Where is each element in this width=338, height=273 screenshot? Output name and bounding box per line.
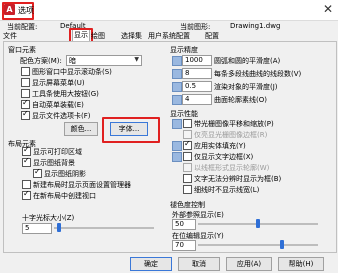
label-large-buttons: 工具条使用大按钮(G) <box>32 90 99 98</box>
checkbox-create-viewport[interactable] <box>22 189 31 200</box>
checkbox-text-boundary[interactable] <box>183 152 192 161</box>
raster-pan-icon <box>172 119 182 129</box>
label-file-tabs: 显示文件选项卡(F) <box>32 112 91 120</box>
window-title: 选项 <box>18 6 34 15</box>
label-printable-area: 显示可打印区域 <box>33 148 82 156</box>
label-scrollbars: 图形窗口中显示滚动条(S) <box>32 68 112 76</box>
label-raster-pan-zoom: 带光栅图像平移和缩放(P) <box>194 120 274 128</box>
render-smoothness-label: 渲染对象的平滑度(J) <box>214 83 278 91</box>
checkbox-paper-shadow[interactable] <box>33 167 42 178</box>
inplace-fade-slider-track[interactable] <box>198 244 318 246</box>
polyline-segments-input[interactable]: 8 <box>182 68 212 79</box>
apply-button[interactable]: 应用(A) <box>226 257 272 271</box>
tab-files[interactable]: 文件 <box>2 31 18 41</box>
label-raster-frame-only: 仅亮显光栅图像边框(R) <box>194 131 268 139</box>
checkbox-printable-area[interactable] <box>22 145 31 156</box>
xref-fade-slider-thumb[interactable] <box>256 219 260 228</box>
help-button[interactable]: 帮助(H) <box>278 257 324 271</box>
checkbox-raster-pan-zoom[interactable] <box>183 119 192 128</box>
tab-selection[interactable]: 选择集 <box>120 31 143 41</box>
render-smoothness-icon <box>172 82 182 92</box>
label-thin-lineweight: 细线时不显示线宽(L) <box>194 186 260 194</box>
checkbox-page-setup-manager[interactable] <box>22 180 31 189</box>
label-solid-fill: 应用实体填充(Y) <box>194 142 246 150</box>
tab-profiles[interactable]: 配置 <box>204 31 220 41</box>
label-text-as-box: 文字无法分辨时显示为框(B) <box>194 175 282 183</box>
contour-lines-icon <box>172 95 182 105</box>
checkbox-scrollbars[interactable] <box>21 67 30 76</box>
current-drawing-value: Drawing1.dwg <box>230 22 281 30</box>
polyline-segments-icon <box>172 69 182 79</box>
checkbox-solid-fill[interactable] <box>183 139 192 150</box>
text-boundary-icon <box>172 152 182 162</box>
polyline-segments-label: 每条多段线曲线的线段数(V) <box>214 70 302 78</box>
display-performance-title: 显示性能 <box>170 110 198 118</box>
label-paper-shadow: 显示图纸阴影 <box>44 170 86 178</box>
render-smoothness-input[interactable]: 0.5 <box>182 81 212 92</box>
crosshair-slider-track[interactable] <box>54 227 154 229</box>
close-icon[interactable]: ✕ <box>323 2 333 16</box>
crosshair-slider-thumb[interactable] <box>57 223 61 232</box>
fade-control-title: 褪色度控制 <box>170 201 205 209</box>
crosshair-size-input[interactable]: 5 <box>22 223 52 234</box>
label-screen-menu: 显示屏幕菜单(U) <box>32 79 85 87</box>
fonts-button[interactable]: 字体... <box>110 122 148 136</box>
checkbox-screen-menu[interactable] <box>21 78 30 87</box>
label-page-setup-manager: 新建布局时显示页面设置管理器 <box>33 181 131 189</box>
checkbox-paper-background[interactable] <box>22 156 31 167</box>
xref-fade-input[interactable]: 50 <box>172 219 196 230</box>
cancel-button[interactable]: 取消 <box>178 257 220 271</box>
window-elements-title: 窗口元素 <box>8 46 36 54</box>
color-scheme-label: 配色方案(M): <box>20 57 62 65</box>
ok-button[interactable]: 确定 <box>130 257 172 271</box>
chevron-down-icon: ▼ <box>134 56 139 63</box>
tab-drafting[interactable]: 绘图 <box>90 31 106 41</box>
crosshair-size-title: 十字光标大小(Z) <box>22 214 75 222</box>
colors-button[interactable]: 颜色... <box>64 122 98 136</box>
arc-smoothness-input[interactable]: 1000 <box>182 55 212 66</box>
title-bar: A 选项 ✕ <box>0 0 338 21</box>
checkbox-auto-menu-load[interactable] <box>21 98 30 109</box>
display-resolution-title: 显示精度 <box>170 46 198 54</box>
inplace-fade-slider-thumb[interactable] <box>280 240 284 249</box>
arc-smoothness-label: 圆弧和圆的平滑度(A) <box>214 57 281 65</box>
checkbox-wireframe-silhouette[interactable] <box>183 163 192 172</box>
arc-smoothness-icon <box>172 56 182 66</box>
checkbox-text-as-box[interactable] <box>183 174 192 183</box>
checkbox-thin-lineweight[interactable] <box>183 185 192 194</box>
label-create-viewport: 在新布局中创建视口 <box>33 192 96 200</box>
tab-user-preferences[interactable]: 用户系统配置 <box>147 31 191 41</box>
checkbox-raster-frame-only[interactable] <box>183 130 192 139</box>
label-wireframe-silhouette: 以线框形式显示轮廓(W) <box>194 164 270 172</box>
checkbox-large-buttons[interactable] <box>21 89 30 98</box>
color-scheme-select[interactable]: 暗 ▼ <box>66 55 142 66</box>
solid-fill-icon <box>172 141 182 151</box>
inplace-fade-input[interactable]: 70 <box>172 240 196 251</box>
contour-lines-label: 曲面轮廓素线(O) <box>214 96 267 104</box>
contour-lines-input[interactable]: 4 <box>182 94 212 105</box>
checkbox-file-tabs[interactable] <box>21 109 30 120</box>
label-text-boundary: 仅显示文字边框(X) <box>194 153 254 161</box>
label-auto-menu-load: 自动菜单装载(E) <box>32 101 84 109</box>
color-scheme-value: 暗 <box>69 57 76 65</box>
